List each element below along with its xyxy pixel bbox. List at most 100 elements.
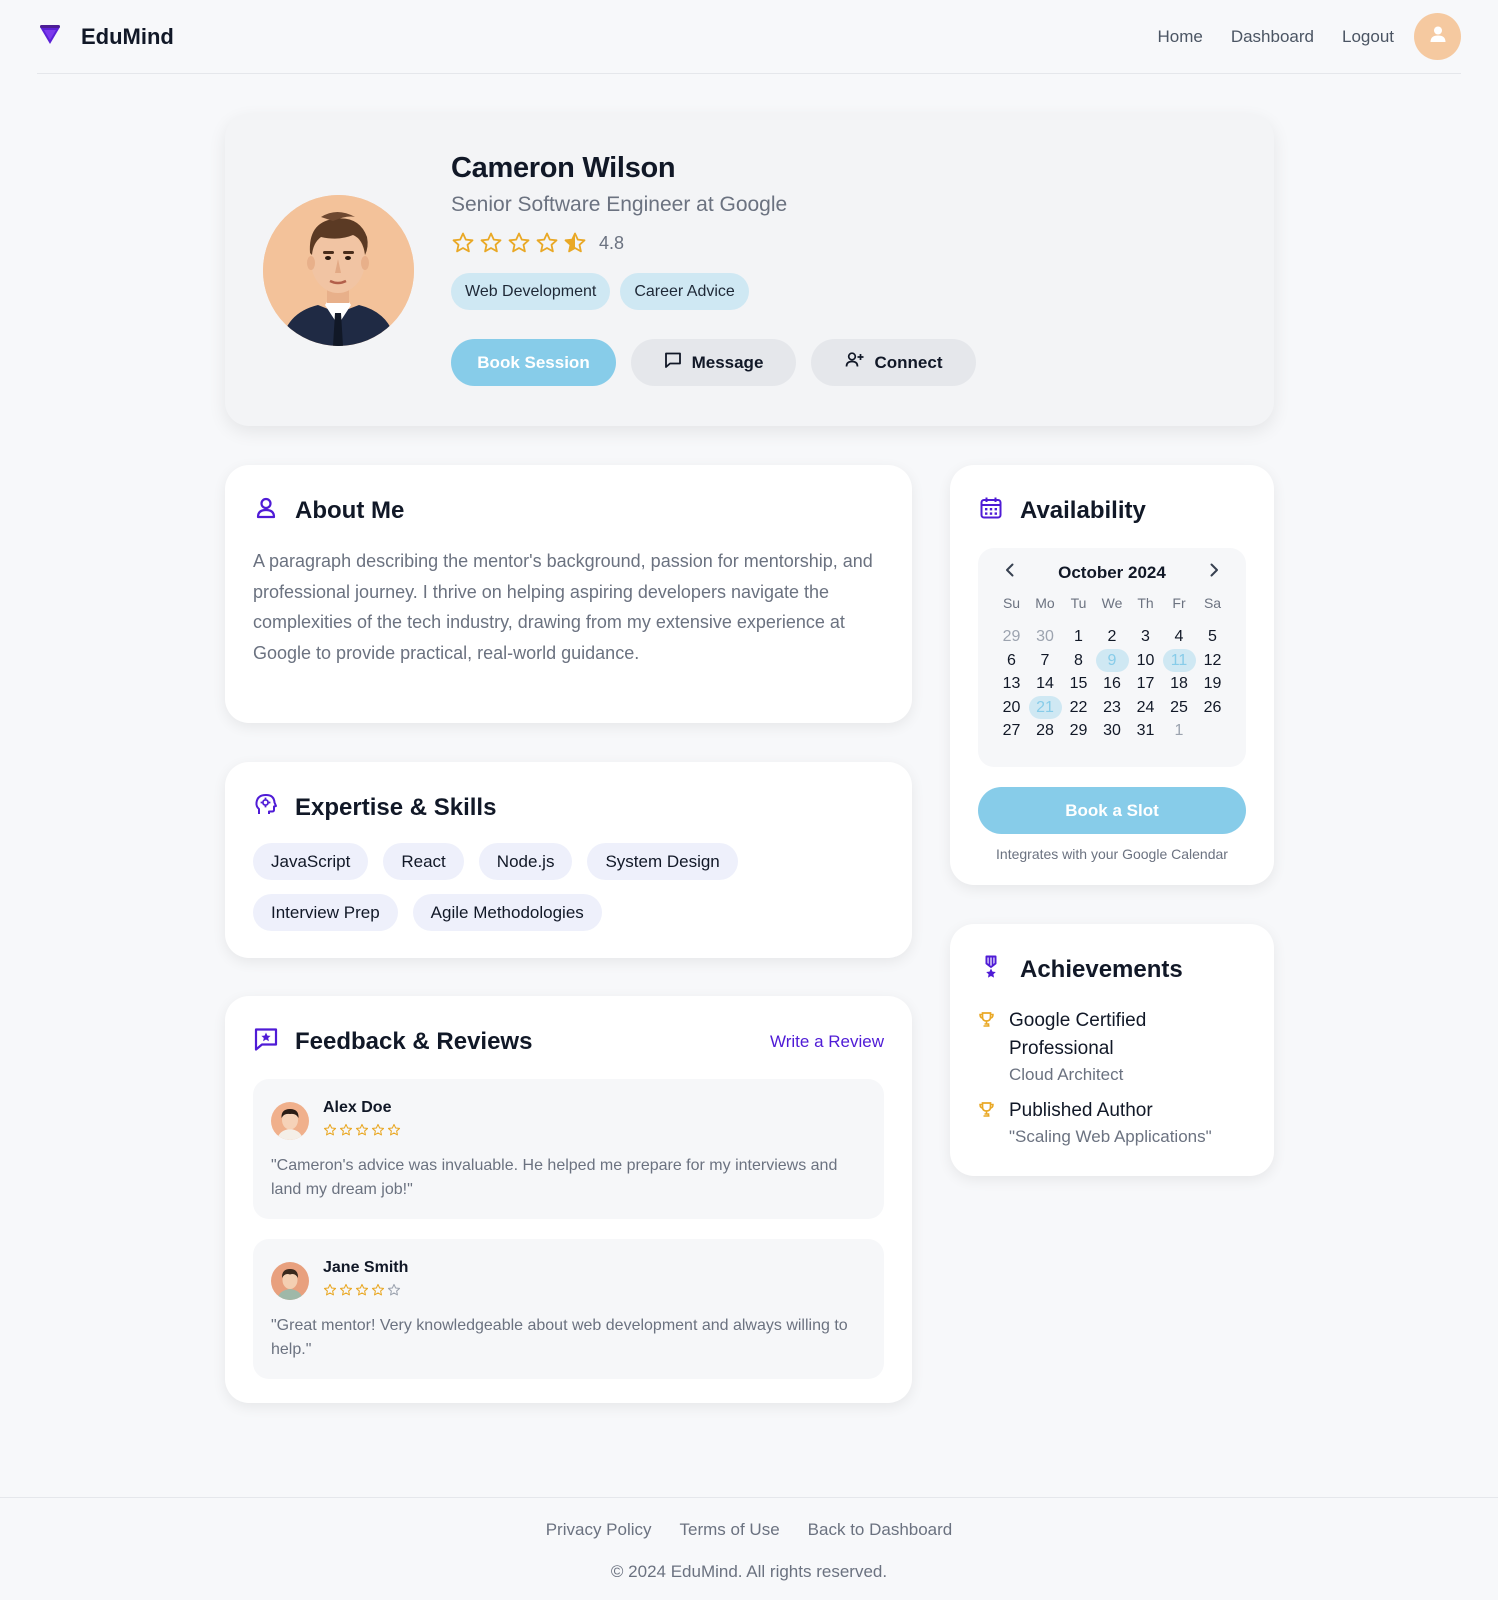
- reviews-card: Feedback & Reviews Write a Review Alex D…: [225, 996, 912, 1403]
- chevron-left-icon[interactable]: [1002, 562, 1018, 583]
- star-icon: [339, 1123, 353, 1136]
- message-button[interactable]: Message: [631, 339, 796, 386]
- calendar-day[interactable]: 4: [1163, 625, 1196, 649]
- calendar-day[interactable]: 17: [1129, 672, 1162, 696]
- calendar-day[interactable]: 13: [995, 672, 1028, 696]
- mentor-title: Senior Software Engineer at Google: [451, 193, 788, 216]
- star-icon: [508, 232, 530, 253]
- achievement-item: Published Author "Scaling Web Applicatio…: [978, 1097, 1246, 1147]
- book-session-button[interactable]: Book Session: [451, 339, 616, 386]
- calendar-day[interactable]: 25: [1163, 696, 1196, 720]
- user-icon: [253, 495, 279, 526]
- chevron-right-icon[interactable]: [1206, 562, 1222, 583]
- book-slot-button[interactable]: Book a Slot: [978, 787, 1246, 834]
- back-to-dashboard-link[interactable]: Back to Dashboard: [808, 1520, 953, 1540]
- calendar-day-available[interactable]: 9: [1095, 648, 1129, 672]
- star-icon: [536, 232, 558, 253]
- weekday-label: Sa: [1203, 595, 1222, 611]
- connect-button[interactable]: Connect: [811, 339, 976, 386]
- review-item: Jane Smith "Great mentor! Very knowledge…: [253, 1239, 884, 1379]
- calendar-day[interactable]: 26: [1196, 696, 1229, 720]
- mentor-portrait: [263, 195, 414, 346]
- calendar-day[interactable]: 10: [1129, 649, 1162, 673]
- skill-chip: Interview Prep: [253, 894, 398, 931]
- calendar-day[interactable]: 30: [1029, 625, 1062, 649]
- calendar-day[interactable]: 19: [1196, 672, 1229, 696]
- calendar-day[interactable]: 1: [1163, 719, 1196, 743]
- message-icon: [664, 351, 682, 374]
- star-icon: [355, 1283, 369, 1296]
- calendar-day[interactable]: 22: [1062, 696, 1095, 720]
- calendar-day[interactable]: 29: [995, 625, 1028, 649]
- brand[interactable]: EduMind: [37, 21, 174, 52]
- book-session-label: Book Session: [477, 352, 590, 372]
- privacy-policy-link[interactable]: Privacy Policy: [546, 1520, 652, 1540]
- availability-heading: Availability: [1020, 496, 1146, 524]
- reviewer-avatar: [271, 1102, 309, 1140]
- tag-web-development: Web Development: [451, 273, 611, 310]
- calendar-day[interactable]: 1: [1062, 625, 1095, 649]
- calendar-day[interactable]: 16: [1096, 672, 1129, 696]
- calendar-day[interactable]: 2: [1096, 625, 1129, 649]
- reviewer-name: Alex Doe: [323, 1099, 392, 1116]
- calendar-day[interactable]: 8: [1062, 649, 1095, 673]
- skill-chip: Node.js: [478, 843, 573, 880]
- calendar-day[interactable]: 24: [1129, 696, 1162, 720]
- nav-dashboard-link[interactable]: Dashboard: [1231, 27, 1314, 47]
- main-nav: Home Dashboard Logout: [1129, 13, 1461, 60]
- mentor-tags: Web Development Career Advice: [451, 273, 976, 310]
- rating-value: 4.8: [599, 232, 625, 253]
- calendar-day[interactable]: 27: [995, 719, 1028, 743]
- calendar-day[interactable]: 29: [1062, 719, 1095, 743]
- calendar-day[interactable]: 20: [995, 696, 1028, 720]
- profile-actions: Book Session Message Connect: [451, 339, 976, 386]
- calendar-day[interactable]: 3: [1129, 625, 1162, 649]
- calendar-day[interactable]: 12: [1196, 649, 1229, 673]
- star-icon: [371, 1123, 385, 1136]
- calendar-day[interactable]: 23: [1096, 696, 1129, 720]
- calendar-day[interactable]: 6: [995, 649, 1028, 673]
- star-icon: [339, 1283, 353, 1296]
- calendar-day-available[interactable]: 11: [1162, 648, 1196, 672]
- achievement-subtitle: "Scaling Web Applications": [1009, 1127, 1212, 1146]
- skill-chip: React: [383, 843, 464, 880]
- copyright: © 2024 EduMind. All rights reserved.: [610, 1562, 888, 1581]
- trophy-icon: [978, 1101, 995, 1147]
- calendar-day[interactable]: 30: [1096, 719, 1129, 743]
- review-stars: [323, 1123, 401, 1137]
- calendar-day[interactable]: 14: [1029, 672, 1062, 696]
- skills-card: Expertise & Skills JavaScript React Node…: [225, 762, 912, 958]
- review-text: "Great mentor! Very knowledgeable about …: [271, 1317, 848, 1358]
- calendar-day[interactable]: 5: [1196, 625, 1229, 649]
- achievement-item: Google Certified Professional Cloud Arch…: [978, 1007, 1246, 1085]
- user-avatar[interactable]: [1414, 13, 1461, 60]
- calendar-day[interactable]: 31: [1129, 719, 1162, 743]
- connect-label: Connect: [874, 352, 943, 372]
- profile-card: Cameron Wilson Senior Software Engineer …: [225, 114, 1274, 426]
- skill-chip: JavaScript: [253, 843, 369, 880]
- achievement-title: Google Certified Professional: [1009, 1010, 1147, 1059]
- star-icon: [452, 232, 474, 253]
- star-icon: [480, 232, 502, 253]
- write-review-link[interactable]: Write a Review: [770, 1032, 884, 1052]
- reviews-heading: Feedback & Reviews: [295, 1027, 533, 1055]
- trophy-icon: [978, 1011, 995, 1085]
- calendar-widget: October 2024 Su Mo Tu We Th Fr Sa 29 30 1 2 3 4 5 6 7 8 9…: [978, 548, 1246, 767]
- calendar-month: October 2024: [1058, 562, 1166, 582]
- calendar-day[interactable]: 28: [1029, 719, 1062, 743]
- medal-icon: [978, 954, 1004, 985]
- availability-card: Availability October 2024 Su Mo Tu We Th Fr Sa…: [950, 465, 1274, 885]
- skill-chip: Agile Methodologies: [412, 894, 602, 931]
- calendar-day[interactable]: 7: [1029, 649, 1062, 673]
- user-icon: [1428, 24, 1448, 49]
- calendar-day-available[interactable]: 21: [1028, 695, 1062, 719]
- calendar-day[interactable]: 18: [1163, 672, 1196, 696]
- calendar-day[interactable]: 15: [1062, 672, 1095, 696]
- message-label: Message: [691, 352, 764, 372]
- nav-home-link[interactable]: Home: [1157, 27, 1202, 47]
- nav-logout-link[interactable]: Logout: [1342, 27, 1394, 47]
- terms-of-use-link[interactable]: Terms of Use: [680, 1520, 780, 1540]
- achievement-title: Published Author: [1009, 1100, 1153, 1121]
- footer: Privacy Policy Terms of Use Back to Dash…: [0, 1497, 1498, 1600]
- review-text: "Cameron's advice was invaluable. He hel…: [271, 1157, 838, 1198]
